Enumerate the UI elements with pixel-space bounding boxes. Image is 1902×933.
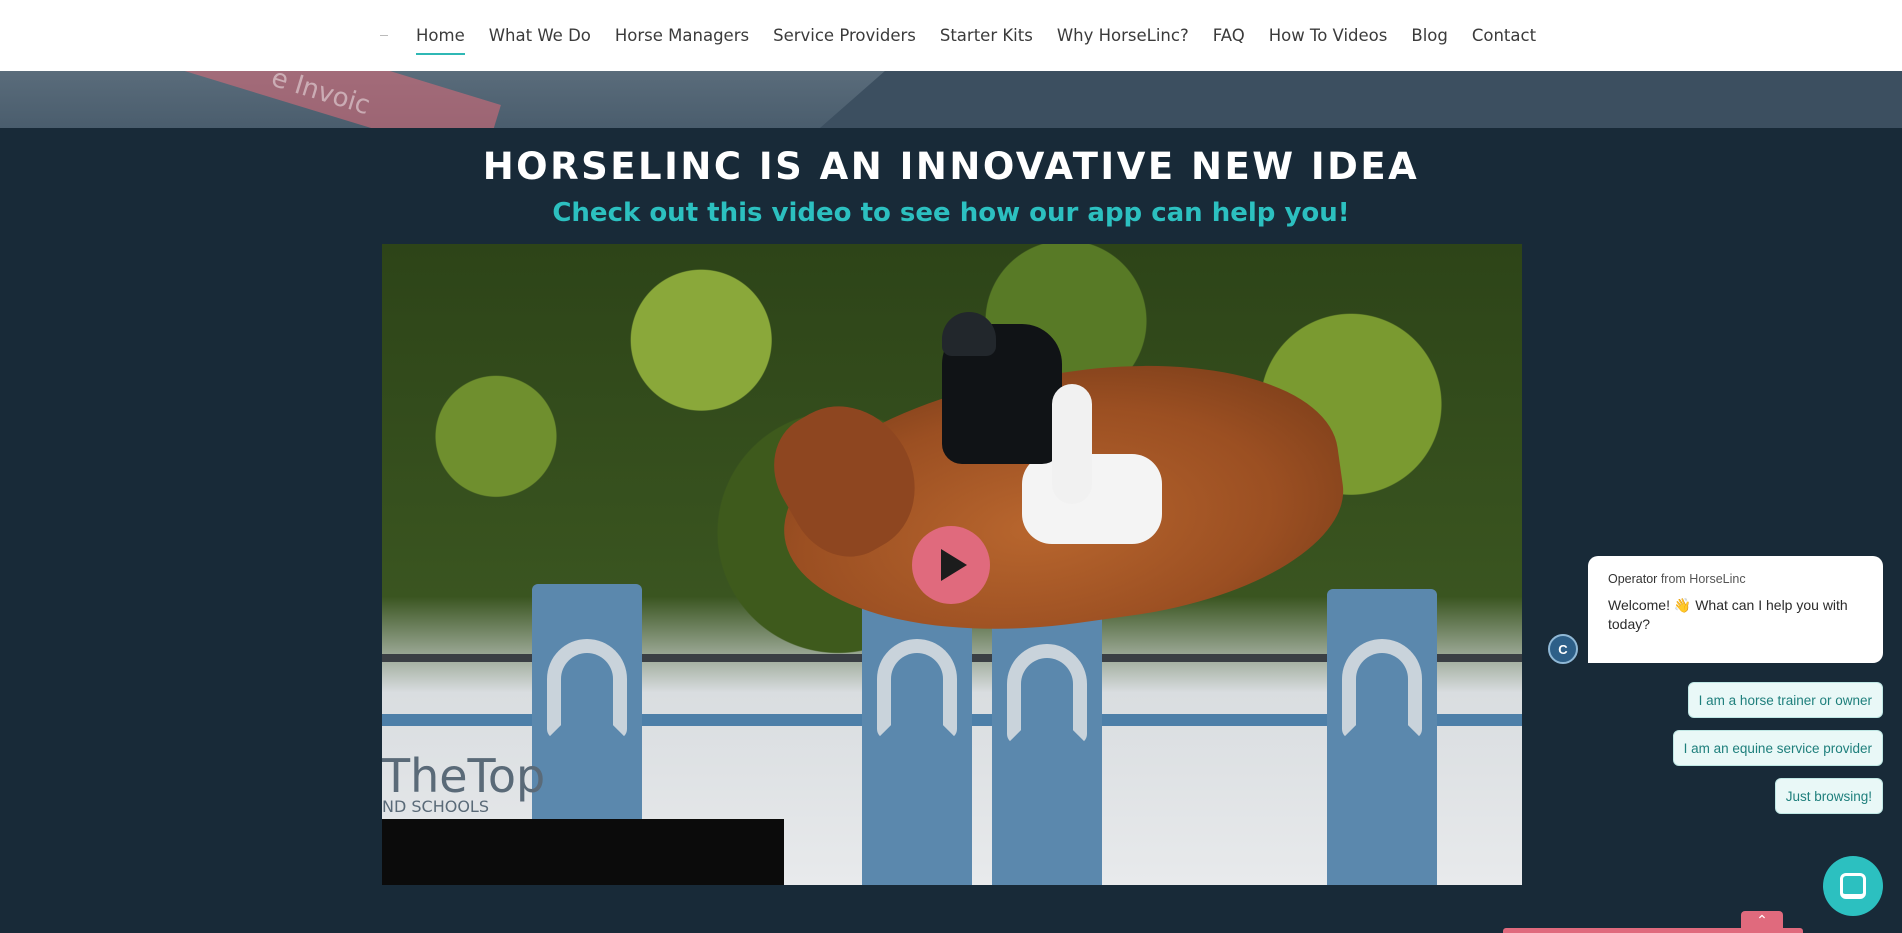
rider-pants [1052,384,1092,504]
sponsor-logo: TheTop ND SCHOOLS [382,749,545,816]
intro-video[interactable]: TheTop ND SCHOOLS [382,244,1522,885]
nav-item-faq[interactable]: FAQ [1213,22,1245,49]
chat-option-browsing[interactable]: Just browsing! [1774,778,1883,814]
chat-option-trainer[interactable]: I am a horse trainer or owner [1687,682,1883,718]
chevron-up-icon[interactable]: ⌃ [1741,911,1783,933]
chat-option-service-provider[interactable]: I am an equine service provider [1672,730,1883,766]
horseshoe-logo-4 [1342,639,1422,739]
chat-launcher-glyph [1840,873,1866,899]
horseshoe-logo-1 [547,639,627,739]
nav-item-contact[interactable]: Contact [1472,22,1536,49]
chat-from-text: from HorseLinc [1660,572,1746,586]
chat-operator-avatar: C [1548,634,1578,664]
nav-item-what-we-do[interactable]: What We Do [489,22,591,49]
chat-welcome-message: Welcome! 👋 What can I help you with toda… [1608,597,1848,632]
nav-item-starter-kits[interactable]: Starter Kits [940,22,1033,49]
chat-operator-name: Operator [1608,572,1658,586]
nav-item-why-horselinc[interactable]: Why HorseLinc? [1057,22,1189,49]
nav-item-service-providers[interactable]: Service Providers [773,22,916,49]
site-header: Home What We Do Horse Managers Service P… [0,0,1902,71]
hero-banner-strip: e Invoic [0,71,1902,128]
chat-welcome-bubble: Operator from HorseLinc Welcome! 👋 What … [1588,556,1883,663]
sponsor-logo-text: TheTop [382,749,546,803]
nav-dot-decoration [380,35,388,36]
nav-item-horse-managers[interactable]: Horse Managers [615,22,749,49]
chat-sender: Operator from HorseLinc [1608,572,1863,586]
hero-dark-wedge [820,71,1902,128]
main-nav: Home What We Do Horse Managers Service P… [380,0,1536,71]
saddle-pad [1022,454,1162,544]
horseshoe-logo-2 [877,639,957,739]
nav-item-blog[interactable]: Blog [1411,22,1447,49]
nav-item-home[interactable]: Home [416,22,465,55]
chat-launcher-icon[interactable] [1823,856,1883,916]
nav-item-how-to-videos[interactable]: How To Videos [1269,22,1388,49]
play-icon[interactable] [912,526,990,604]
page-headline: HORSELINC IS AN INNOVATIVE NEW IDEA [482,145,1420,188]
horseshoe-logo-3 [1007,644,1087,744]
video-overlay-box [382,819,784,885]
page-subheadline: Check out this video to see how our app … [552,198,1350,228]
